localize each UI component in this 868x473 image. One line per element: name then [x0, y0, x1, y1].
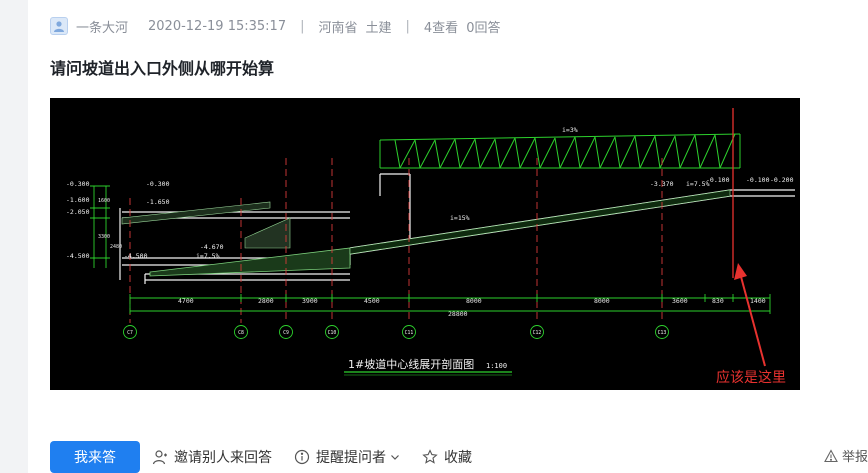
meta-separator: |	[405, 18, 410, 34]
cad-drawing-image[interactable]: 4700 2800 3900 4500 8000 8000 3600 830 1…	[50, 98, 800, 390]
elev-a: -0.300	[66, 180, 90, 188]
elev-c: -2.050	[66, 208, 90, 216]
elev-j: -0.100	[706, 176, 730, 184]
invite-label: 邀请别人来回答	[174, 450, 272, 466]
elev-e: -0.300	[146, 180, 170, 188]
dim-3600: 3600	[672, 297, 688, 305]
svg-text:C10: C10	[328, 330, 337, 336]
answer-count: 0回答	[466, 20, 501, 36]
chevron-down-icon	[390, 452, 400, 462]
report-label: 举报	[841, 450, 868, 465]
elev-f: -1.650	[146, 198, 170, 206]
favorite-label: 收藏	[444, 450, 472, 466]
dim-1400: 1400	[750, 297, 766, 305]
warning-triangle-icon	[824, 448, 838, 463]
slope-main: i=15%	[450, 214, 470, 222]
svg-text:C13: C13	[658, 330, 667, 336]
info-circle-icon	[294, 449, 310, 465]
user-avatar-icon	[54, 21, 64, 32]
axis-bubbles	[123, 325, 669, 339]
invite-user-icon	[152, 449, 168, 465]
star-icon	[422, 449, 438, 465]
slope-lower: i=7.5%	[196, 252, 220, 260]
dim-1600: 1600	[98, 198, 110, 204]
slope-canopy: i=3%	[562, 126, 578, 134]
elev-h: -4.500	[124, 252, 148, 260]
caption-scale: 1:100	[486, 362, 507, 370]
favorite-action[interactable]: 收藏	[422, 447, 472, 467]
elev-d: -4.500	[66, 252, 90, 260]
dim-3300: 3300	[98, 234, 110, 240]
drawing-caption: 1#坡道中心线展开剖面图 1:100	[344, 357, 512, 376]
dim-2800: 2800	[258, 297, 274, 305]
answer-button[interactable]: 我来答	[50, 441, 140, 473]
avatar[interactable]	[50, 17, 68, 35]
caption-title: 1#坡道中心线展开剖面图	[348, 357, 474, 371]
dim-8000-a: 8000	[466, 297, 482, 305]
svg-text:C12: C12	[533, 330, 542, 336]
dim-4700: 4700	[178, 297, 194, 305]
dim-4500: 4500	[364, 297, 380, 305]
dim-8000-b: 8000	[594, 297, 610, 305]
dim-2480: 2480	[110, 244, 122, 250]
dim-3900: 3900	[302, 297, 318, 305]
svg-text:C7: C7	[127, 330, 133, 336]
question-title: 请问坡道出入口外侧从哪开始算	[50, 59, 275, 78]
annotation-arrow	[734, 263, 766, 367]
elev-b: -1.600	[66, 196, 90, 204]
elev-l: -0.200	[770, 176, 794, 184]
dim-830: 830	[712, 297, 724, 305]
elev-g: -4.670	[200, 243, 224, 251]
svg-text:C9: C9	[283, 330, 289, 336]
post-datetime: 2020-12-19 15:35:17	[148, 18, 287, 34]
question-card: 一条大河 2020-12-19 15:35:17 | 河南省 土建 | 4查看 …	[28, 0, 868, 473]
axis-bubble-labels: C7 C8 C9 C10 C11 C12 C13	[127, 330, 666, 336]
invite-action[interactable]: 邀请别人来回答	[152, 447, 272, 467]
province-tag[interactable]: 河南省	[318, 17, 357, 36]
remind-action[interactable]: 提醒提问者	[294, 447, 400, 467]
question-meta: 一条大河 2020-12-19 15:35:17 | 河南省 土建 | 4查看 …	[50, 16, 500, 36]
action-bar: 我来答 邀请别人来回答 提醒提问者 收藏	[50, 441, 494, 473]
svg-text:C11: C11	[405, 330, 414, 336]
slope-upper: i=7.5%	[686, 180, 710, 188]
view-count: 4查看	[423, 20, 459, 36]
svg-text:C8: C8	[238, 330, 244, 336]
meta-separator: |	[300, 18, 305, 34]
category-tag[interactable]: 土建	[366, 17, 392, 36]
left-gutter	[0, 0, 28, 473]
remind-label: 提醒提问者	[316, 450, 386, 466]
elev-i: -3.370	[650, 180, 674, 188]
author-name[interactable]: 一条大河	[76, 17, 128, 36]
concrete-hatch	[121, 189, 731, 277]
annotation-text: 应该是这里	[716, 369, 786, 386]
dim-total: 28800	[448, 310, 468, 318]
elev-k: -0.100	[746, 176, 770, 184]
report-action[interactable]: 举报	[824, 446, 868, 465]
canopy-truss	[379, 133, 741, 169]
